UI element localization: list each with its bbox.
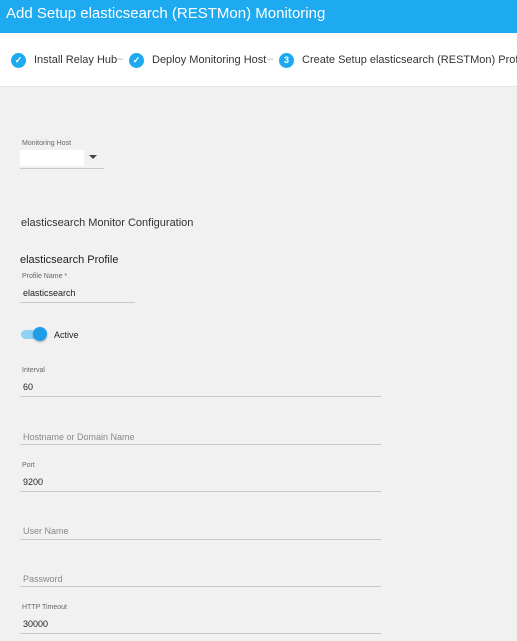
monitoring-host-underline [20,168,104,169]
step-separator: – [267,53,274,65]
step-complete-check-icon: ✓ [129,52,144,68]
interval-label: Interval [22,367,45,374]
step-deploy-monitoring-host[interactable]: ✓ Deploy Monitoring Host [129,52,266,68]
password-underline [20,586,381,587]
chevron-down-icon[interactable] [89,155,97,159]
config-section-title: elasticsearch Monitor Configuration [21,217,194,229]
step-separator: – [117,53,124,65]
port-underline [20,491,381,492]
page-header: Add Setup elasticsearch (RESTMon) Monito… [0,0,517,33]
monitoring-host-label: Monitoring Host [22,140,72,147]
http-timeout-label: HTTP Timeout [22,604,67,611]
step-number-badge: 3 [279,52,294,68]
hostname-underline [20,444,381,445]
username-field[interactable]: User Name [23,526,69,536]
step-install-relay-hub[interactable]: ✓ Install Relay Hub [11,52,117,68]
hostname-field[interactable]: Hostname or Domain Name [23,432,135,442]
username-underline [20,539,381,540]
http-timeout-underline [20,633,381,634]
port-label: Port [22,462,35,469]
step-label: Create Setup elasticsearch (RESTMon) Pro… [302,54,517,66]
page-title: Add Setup elasticsearch (RESTMon) Monito… [6,5,326,22]
setup-stepper: ✓ Install Relay Hub – ✓ Deploy Monitorin… [0,33,517,87]
step-complete-check-icon: ✓ [11,52,26,68]
password-field[interactable]: Password [23,574,63,584]
step-label: Install Relay Hub [34,54,118,66]
monitoring-host-select[interactable] [20,150,84,166]
interval-underline [20,396,381,397]
profile-name-label: Profile Name * [22,273,68,280]
profile-section-title: elasticsearch Profile [20,254,119,266]
http-timeout-field[interactable]: 30000 [23,619,48,629]
profile-name-field[interactable]: elasticsearch [23,288,76,298]
active-toggle-knob[interactable] [33,327,47,341]
step-label: Deploy Monitoring Host [152,54,267,66]
profile-name-underline [20,302,135,303]
step-create-profile[interactable]: 3 Create Setup elasticsearch (RESTMon) P… [279,52,517,68]
port-field[interactable]: 9200 [23,477,43,487]
interval-field[interactable]: 60 [23,382,33,392]
active-toggle-label: Active [54,330,79,340]
